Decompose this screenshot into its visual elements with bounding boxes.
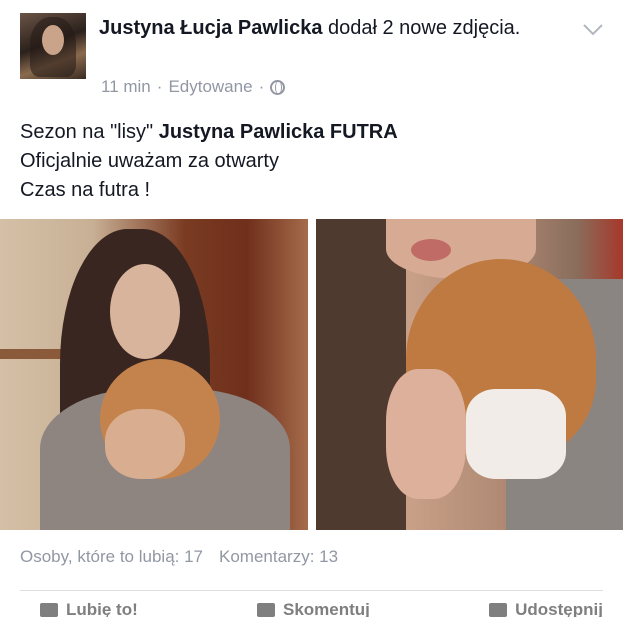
author-avatar[interactable] <box>20 13 86 79</box>
share-icon <box>489 602 508 617</box>
post-action: dodał 2 nowe zdjęcia. <box>328 17 521 39</box>
post-time[interactable]: 11 min <box>101 77 151 97</box>
share-button[interactable]: Udostępnij <box>469 602 603 617</box>
post-line-1: Sezon na "lisy" Justyna Pawlicka FUTRA <box>20 118 398 147</box>
likes-count[interactable]: Osoby, które to lubią: 17 <box>20 547 203 567</box>
post-actions-bar: Lubię to! Skomentuj Udostępnij <box>20 602 603 617</box>
like-label: Lubię to! <box>66 602 138 617</box>
avatar-face <box>42 25 64 55</box>
fox-chest-shape <box>466 389 566 479</box>
hair-shape <box>316 219 406 530</box>
comment-icon <box>257 602 275 617</box>
like-button[interactable]: Lubię to! <box>20 602 138 617</box>
comments-count[interactable]: Komentarzy: 13 <box>219 547 338 567</box>
hands-shape <box>105 409 185 479</box>
photo-2[interactable] <box>316 219 623 530</box>
tagged-page-link[interactable]: Justyna Pawlicka FUTRA <box>159 121 398 143</box>
photo-1[interactable] <box>0 219 308 530</box>
meta-separator: · <box>156 77 163 96</box>
divider <box>20 590 603 591</box>
lips-shape <box>411 239 451 261</box>
post-meta: 11 min · Edytowane · <box>101 77 286 97</box>
edited-label[interactable]: Edytowane <box>168 77 252 97</box>
comment-label: Skomentuj <box>283 602 370 617</box>
globe-icon[interactable] <box>270 79 286 95</box>
post-line-2: Oficjalnie uważam za otwarty <box>20 150 279 172</box>
face-shape <box>110 264 180 359</box>
share-label: Udostępnij <box>515 602 603 617</box>
post-line-1-prefix: Sezon na "lisy" <box>20 121 154 143</box>
author-name[interactable]: Justyna Łucja Pawlicka <box>99 17 322 39</box>
like-icon <box>40 602 58 617</box>
meta-separator: · <box>258 77 265 96</box>
post-header: Justyna Łucja Pawlicka dodał 2 nowe zdję… <box>99 15 579 41</box>
chevron-down-icon[interactable] <box>582 21 604 37</box>
comment-button[interactable]: Skomentuj <box>237 602 370 617</box>
post-stats: Osoby, które to lubią: 17 Komentarzy: 13 <box>20 547 338 567</box>
post-line-3: Czas na futra ! <box>20 179 151 201</box>
post-message: Sezon na "lisy" Justyna Pawlicka FUTRA O… <box>20 118 398 205</box>
hand-shape <box>386 369 466 499</box>
